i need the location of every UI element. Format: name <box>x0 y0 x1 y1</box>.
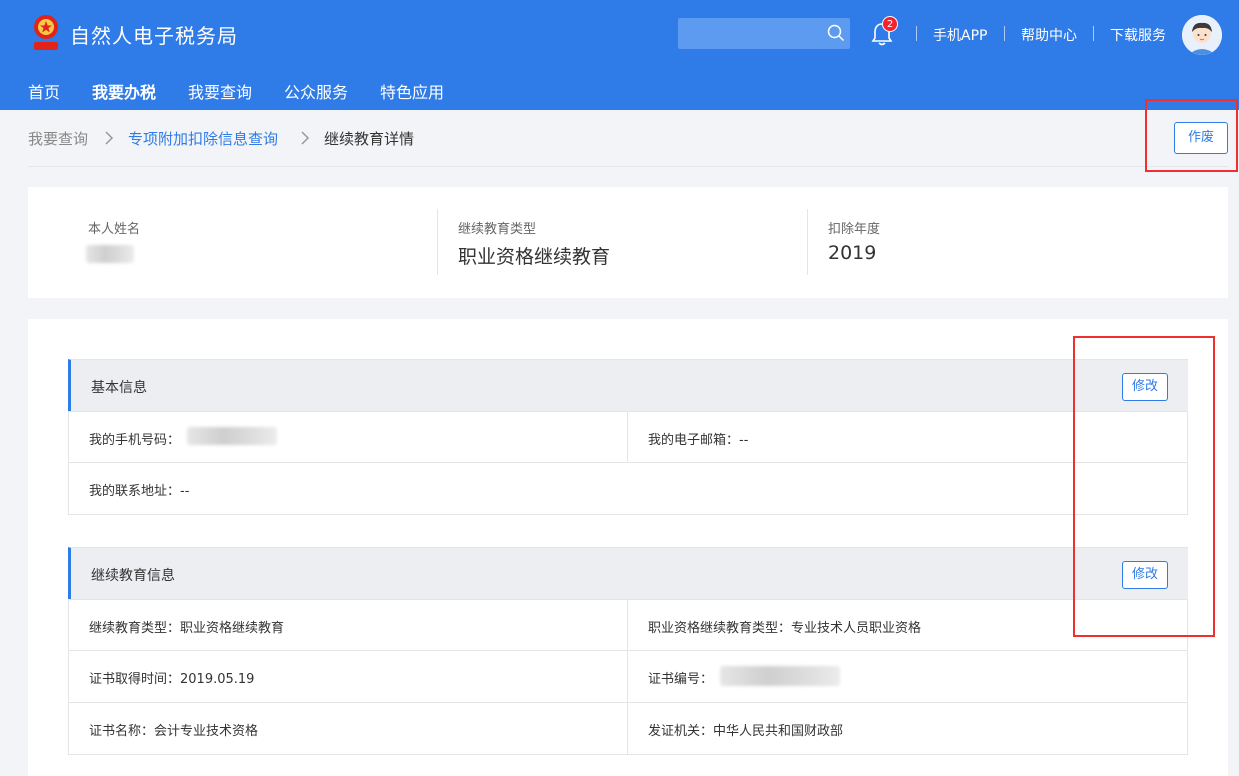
table-row: 我的手机号码： 我的电子邮箱：-- <box>68 411 1188 463</box>
edu-type-text: 继续教育类型：职业资格继续教育 <box>89 621 285 636</box>
summary-card: 本人姓名 继续教育类型 职业资格继续教育 扣除年度 2019 <box>28 187 1228 298</box>
cert-name-text: 证书名称：会计专业技术资格 <box>89 724 259 739</box>
email-label: 我的电子邮箱： <box>648 433 740 448</box>
phone-cell: 我的手机号码： <box>69 412 628 463</box>
divider <box>437 209 438 275</box>
breadcrumb-parent[interactable]: 专项附加扣除信息查询 <box>128 128 278 149</box>
redacted-phone <box>187 427 277 445</box>
nav-query[interactable]: 我要查询 <box>188 79 252 103</box>
cert-name-cell: 证书名称：会计专业技术资格 <box>69 703 628 754</box>
address-label: 我的联系地址： <box>89 484 181 499</box>
table-row: 证书取得时间：2019.05.19 证书编号： <box>68 651 1188 703</box>
nav-tax-handling[interactable]: 我要办税 <box>92 79 156 103</box>
issuer-text: 发证机关：中华人民共和国财政部 <box>648 724 844 739</box>
deduction-year-label: 扣除年度 <box>828 222 881 237</box>
search-input[interactable] <box>678 18 850 49</box>
cert-number-cell: 证书编号： <box>628 651 1187 702</box>
education-type-value: 职业资格继续教育 <box>458 246 611 268</box>
education-info-header: 继续教育信息 修改 <box>68 547 1188 599</box>
cert-date-text: 证书取得时间：2019.05.19 <box>89 672 255 687</box>
edu-type-cell: 继续教育类型：职业资格继续教育 <box>69 600 628 651</box>
notification-badge: 2 <box>882 16 898 32</box>
nav-home[interactable]: 首页 <box>28 79 60 103</box>
download-service-link[interactable]: 下载服务 <box>1110 25 1166 45</box>
app-title: 自然人电子税务局 <box>70 24 238 48</box>
basic-info-header: 基本信息 修改 <box>68 359 1188 411</box>
chevron-right-icon <box>105 131 114 145</box>
nav-featured-apps[interactable]: 特色应用 <box>380 79 444 103</box>
deduction-year-value: 2019 <box>828 242 877 264</box>
redacted-name <box>86 245 134 263</box>
redacted-cert-number <box>720 666 840 686</box>
tax-emblem-logo <box>34 15 58 50</box>
address-text: 我的联系地址：-- <box>89 480 189 499</box>
name-label: 本人姓名 <box>88 222 141 237</box>
breadcrumb-root[interactable]: 我要查询 <box>28 128 88 149</box>
details-card: 基本信息 修改 我的手机号码： 我的电子邮箱：-- 我的联系地址：-- 继续教育… <box>28 319 1228 776</box>
issuer-cell: 发证机关：中华人民共和国财政部 <box>628 703 1187 754</box>
breadcrumb-current: 继续教育详情 <box>324 130 415 148</box>
avatar-icon <box>1182 15 1222 55</box>
section-title: 继续教育信息 <box>91 568 175 584</box>
search-icon[interactable] <box>827 24 845 42</box>
address-cell: 我的联系地址：-- <box>69 463 1187 514</box>
header-divider <box>916 26 917 41</box>
help-center-link[interactable]: 帮助中心 <box>1021 25 1077 45</box>
cert-number-label: 证书编号： <box>648 672 714 687</box>
table-row: 继续教育类型：职业资格继续教育 职业资格继续教育类型：专业技术人员职业资格 <box>68 599 1188 651</box>
section-title: 基本信息 <box>91 380 147 396</box>
chevron-right-icon <box>301 131 310 145</box>
header-divider <box>1093 26 1094 41</box>
highlight-box <box>1145 99 1238 172</box>
divider <box>28 166 1228 167</box>
education-type-label: 继续教育类型 <box>458 222 537 237</box>
user-avatar[interactable] <box>1182 15 1222 55</box>
nav-public-service[interactable]: 公众服务 <box>284 79 348 103</box>
cert-date-cell: 证书取得时间：2019.05.19 <box>69 651 628 702</box>
table-row: 证书名称：会计专业技术资格 发证机关：中华人民共和国财政部 <box>68 703 1188 755</box>
header-divider <box>1004 26 1005 41</box>
address-value: -- <box>180 484 190 499</box>
email-text: 我的电子邮箱：-- <box>648 429 748 448</box>
email-value: -- <box>739 433 749 448</box>
phone-label: 我的手机号码： <box>89 433 181 448</box>
top-header: 自然人电子税务局 2 手机APP 帮助中心 下载服务 首页 我要办税 我要查询 … <box>0 0 1239 110</box>
edu-subtype-text: 职业资格继续教育类型：专业技术人员职业资格 <box>648 621 922 636</box>
table-row: 我的联系地址：-- <box>68 463 1188 515</box>
mobile-app-link[interactable]: 手机APP <box>933 25 987 45</box>
highlight-box <box>1073 336 1215 637</box>
divider <box>807 209 808 275</box>
